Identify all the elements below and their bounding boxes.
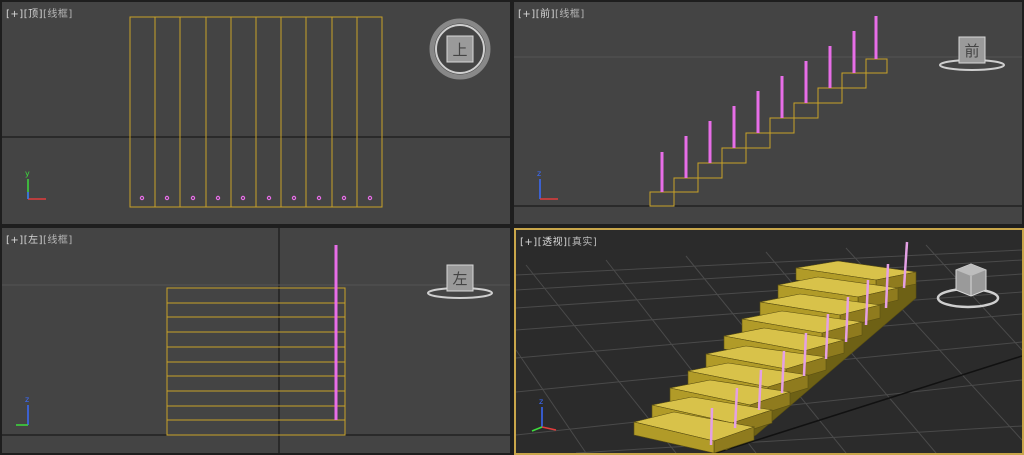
viewport-shading-menu[interactable]: [真实]	[568, 237, 598, 248]
viewcube-front[interactable]: 前	[939, 36, 1005, 71]
viewport-menu-plus[interactable]: [+]	[520, 237, 538, 248]
svg-text:z: z	[537, 169, 541, 178]
viewport-top[interactable]: [+][顶][线框] 上 y	[2, 2, 510, 224]
viewport-menu-plus[interactable]: [+]	[6, 9, 24, 20]
viewport-view-menu[interactable]: [透视]	[538, 237, 568, 248]
viewcube-face-label: 前	[964, 42, 979, 60]
left-view-canvas: 左 z	[2, 228, 510, 453]
viewport-left-label: [+][左][线框]	[6, 231, 73, 246]
viewport-perspective[interactable]: [+][透视][真实] z	[514, 228, 1024, 455]
top-view-canvas: 上 y	[2, 16, 510, 208]
viewcube-face-label: 上	[452, 41, 467, 59]
axis-gizmo-persp: z	[531, 397, 557, 432]
viewport-persp-label: [+][透视][真实]	[520, 233, 597, 248]
viewport-shading-menu[interactable]: [线框]	[555, 9, 585, 20]
viewport-front-label: [+][前][线框]	[518, 5, 585, 20]
perspective-canvas: z	[516, 241, 1022, 453]
axis-gizmo-top: y	[25, 169, 46, 200]
viewcube-perspective[interactable]	[936, 263, 1000, 309]
viewcube-top[interactable]: 上	[429, 18, 491, 80]
svg-text:y: y	[25, 169, 30, 178]
viewport-view-menu[interactable]: [前]	[536, 9, 555, 20]
stair-top-wireframe	[129, 16, 383, 208]
viewport-view-menu[interactable]: [左]	[24, 235, 43, 246]
stair-left-wireframe	[166, 287, 346, 436]
viewport-layout: [+][顶][线框] 上 y [+][前][线框] 前 z [+][左][线框]…	[0, 0, 1024, 455]
viewport-front[interactable]: [+][前][线框] 前 z	[514, 2, 1022, 224]
viewport-shading-menu[interactable]: [线框]	[43, 9, 73, 20]
svg-text:z: z	[25, 395, 29, 404]
viewport-view-menu[interactable]: [顶]	[24, 9, 43, 20]
viewport-menu-plus[interactable]: [+]	[6, 235, 24, 246]
viewport-top-label: [+][顶][线框]	[6, 5, 73, 20]
viewcube-left[interactable]: 左	[427, 264, 493, 299]
viewport-shading-menu[interactable]: [线框]	[43, 235, 73, 246]
railing-front-posts	[660, 16, 878, 192]
svg-text:z: z	[539, 397, 543, 406]
axis-gizmo-front: z	[537, 169, 558, 200]
front-view-canvas: 前 z	[514, 16, 1022, 207]
viewcube-face-label: 左	[452, 270, 467, 288]
axis-gizmo-left: z	[16, 395, 29, 426]
viewport-left[interactable]: [+][左][线框] 左 z	[2, 228, 510, 453]
stair-front-wireframe	[649, 58, 888, 207]
viewport-menu-plus[interactable]: [+]	[518, 9, 536, 20]
